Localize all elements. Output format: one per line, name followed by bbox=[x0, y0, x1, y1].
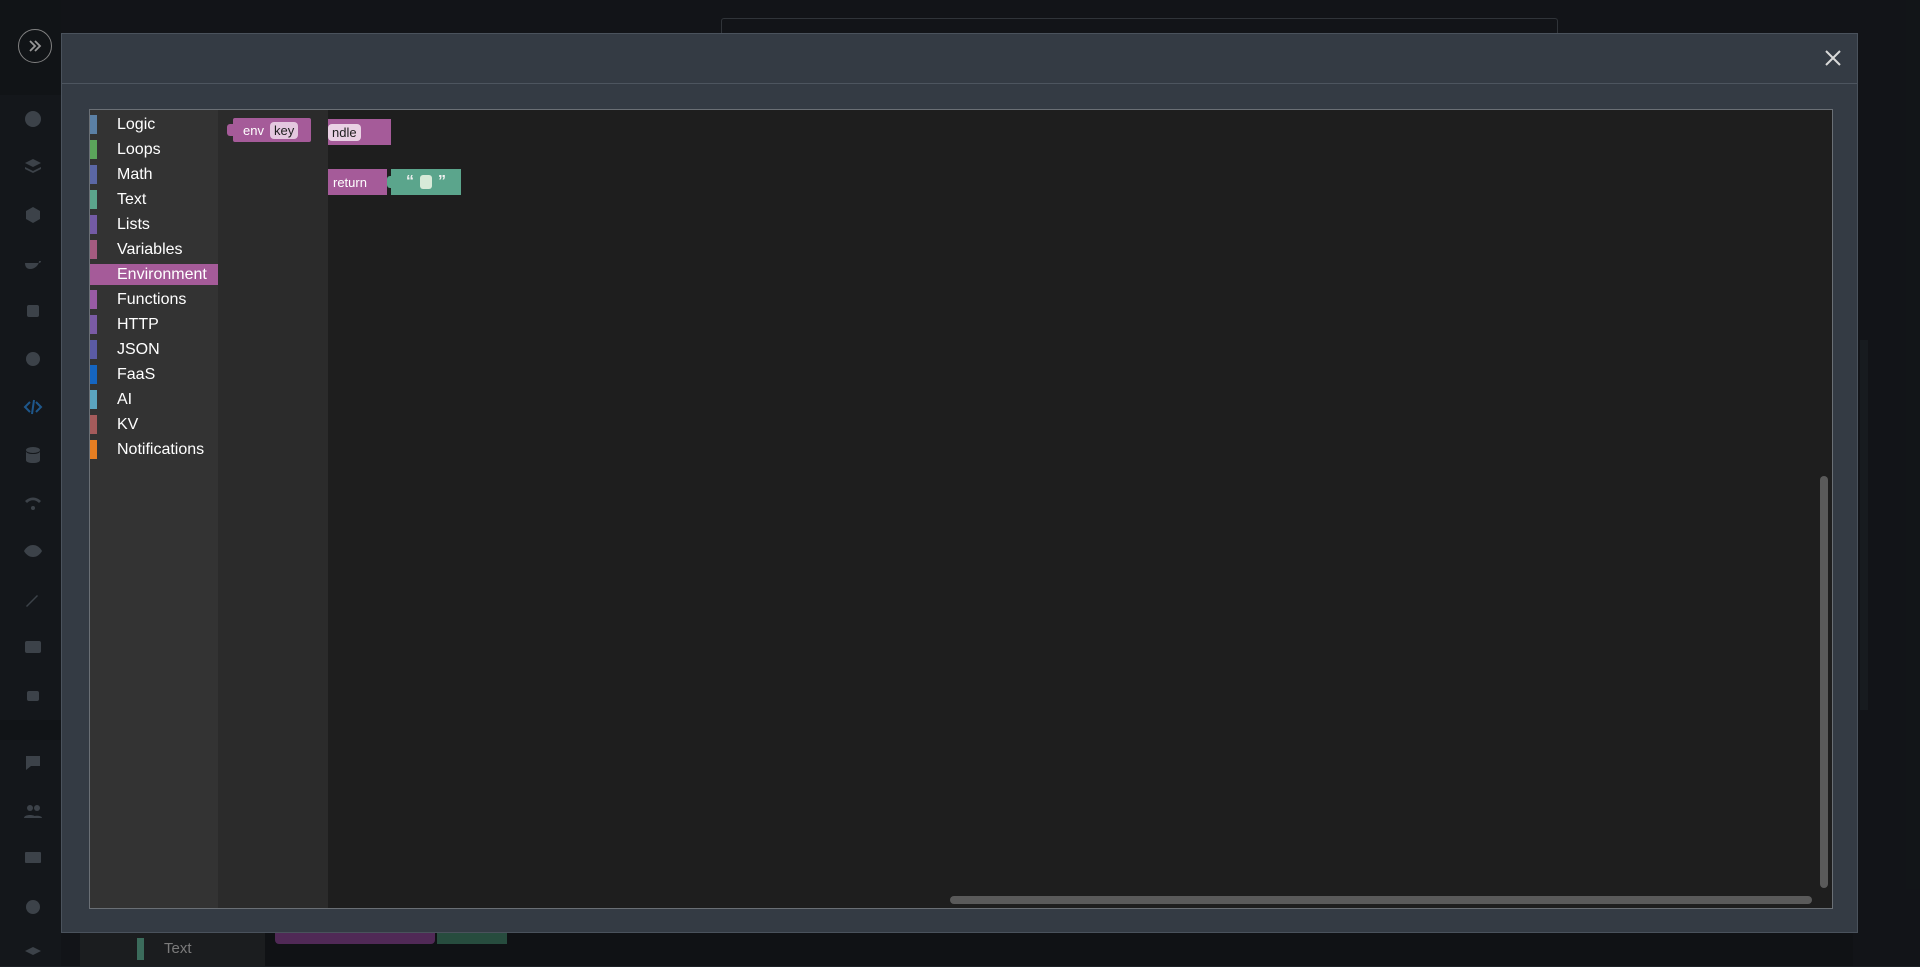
category-color-swatch bbox=[90, 265, 97, 284]
blockly-workspace[interactable]: Logic Loops Math Text Lists Variables Environm… bbox=[89, 109, 1833, 909]
category-label: Notifications bbox=[117, 440, 205, 458]
category-color-swatch bbox=[90, 115, 97, 134]
category-color-swatch bbox=[90, 290, 97, 309]
category-label: Math bbox=[117, 165, 153, 183]
close-icon bbox=[1825, 50, 1841, 66]
return-block[interactable]: return bbox=[328, 169, 394, 195]
category-label: Logic bbox=[117, 115, 156, 133]
toolbox-category-loops[interactable]: Loops bbox=[90, 139, 218, 160]
toolbox-category-logic[interactable]: Logic bbox=[90, 114, 218, 135]
toolbox-category-math[interactable]: Math bbox=[90, 164, 218, 185]
category-color-swatch bbox=[90, 390, 97, 409]
blockly-editor-modal: Logic Loops Math Text Lists Variables Environm… bbox=[61, 33, 1858, 933]
env-block[interactable]: env key bbox=[227, 118, 311, 142]
category-label: FaaS bbox=[117, 365, 156, 383]
category-color-swatch bbox=[90, 240, 97, 259]
category-label: AI bbox=[117, 390, 133, 408]
env-key-field[interactable]: key bbox=[269, 121, 299, 139]
return-label: return bbox=[333, 174, 367, 190]
category-label: Lists bbox=[117, 215, 150, 233]
handler-block[interactable]: ndle bbox=[328, 119, 391, 145]
category-color-swatch bbox=[90, 340, 97, 359]
toolbox-category-http[interactable]: HTTP bbox=[90, 314, 218, 335]
vertical-scrollbar[interactable] bbox=[1820, 476, 1828, 888]
blockly-toolbox: Logic Loops Math Text Lists Variables Environm… bbox=[90, 110, 218, 908]
toolbox-category-kv[interactable]: KV bbox=[90, 414, 218, 435]
category-label: KV bbox=[117, 415, 139, 433]
close-button[interactable] bbox=[1821, 46, 1845, 70]
category-label: Loops bbox=[117, 140, 161, 158]
toolbox-category-json[interactable]: JSON bbox=[90, 339, 218, 360]
open-quote: “ bbox=[406, 173, 414, 190]
toolbox-category-text[interactable]: Text bbox=[90, 189, 218, 210]
close-quote: ” bbox=[438, 173, 446, 190]
category-color-swatch bbox=[90, 140, 97, 159]
text-block[interactable]: “ ” bbox=[391, 169, 461, 195]
category-label: Functions bbox=[117, 290, 187, 308]
category-color-swatch bbox=[90, 315, 97, 334]
category-color-swatch bbox=[90, 440, 97, 459]
category-color-swatch bbox=[90, 365, 97, 384]
handler-name-field[interactable]: ndle bbox=[328, 123, 361, 141]
horizontal-scrollbar[interactable] bbox=[950, 896, 1812, 904]
toolbox-category-lists[interactable]: Lists bbox=[90, 214, 218, 235]
toolbox-category-notifications[interactable]: Notifications bbox=[90, 439, 218, 460]
category-label: JSON bbox=[117, 340, 160, 358]
toolbox-category-ai[interactable]: AI bbox=[90, 389, 218, 410]
category-label: Environment bbox=[117, 265, 207, 283]
block-connector bbox=[227, 124, 233, 136]
toolbox-category-functions[interactable]: Functions bbox=[90, 289, 218, 310]
category-color-swatch bbox=[90, 215, 97, 234]
category-color-swatch bbox=[90, 165, 97, 184]
text-input-field[interactable] bbox=[420, 175, 432, 189]
toolbox-category-faas[interactable]: FaaS bbox=[90, 364, 218, 385]
category-color-swatch bbox=[90, 190, 97, 209]
category-label: Text bbox=[117, 190, 147, 208]
toolbox-category-environment[interactable]: Environment bbox=[90, 264, 218, 285]
modal-header bbox=[62, 34, 1857, 84]
blockly-flyout: env key bbox=[218, 110, 328, 908]
toolbox-category-variables[interactable]: Variables bbox=[90, 239, 218, 260]
category-label: Variables bbox=[117, 240, 183, 258]
category-label: HTTP bbox=[117, 315, 159, 333]
category-color-swatch bbox=[90, 415, 97, 434]
env-block-label: env bbox=[243, 122, 264, 138]
